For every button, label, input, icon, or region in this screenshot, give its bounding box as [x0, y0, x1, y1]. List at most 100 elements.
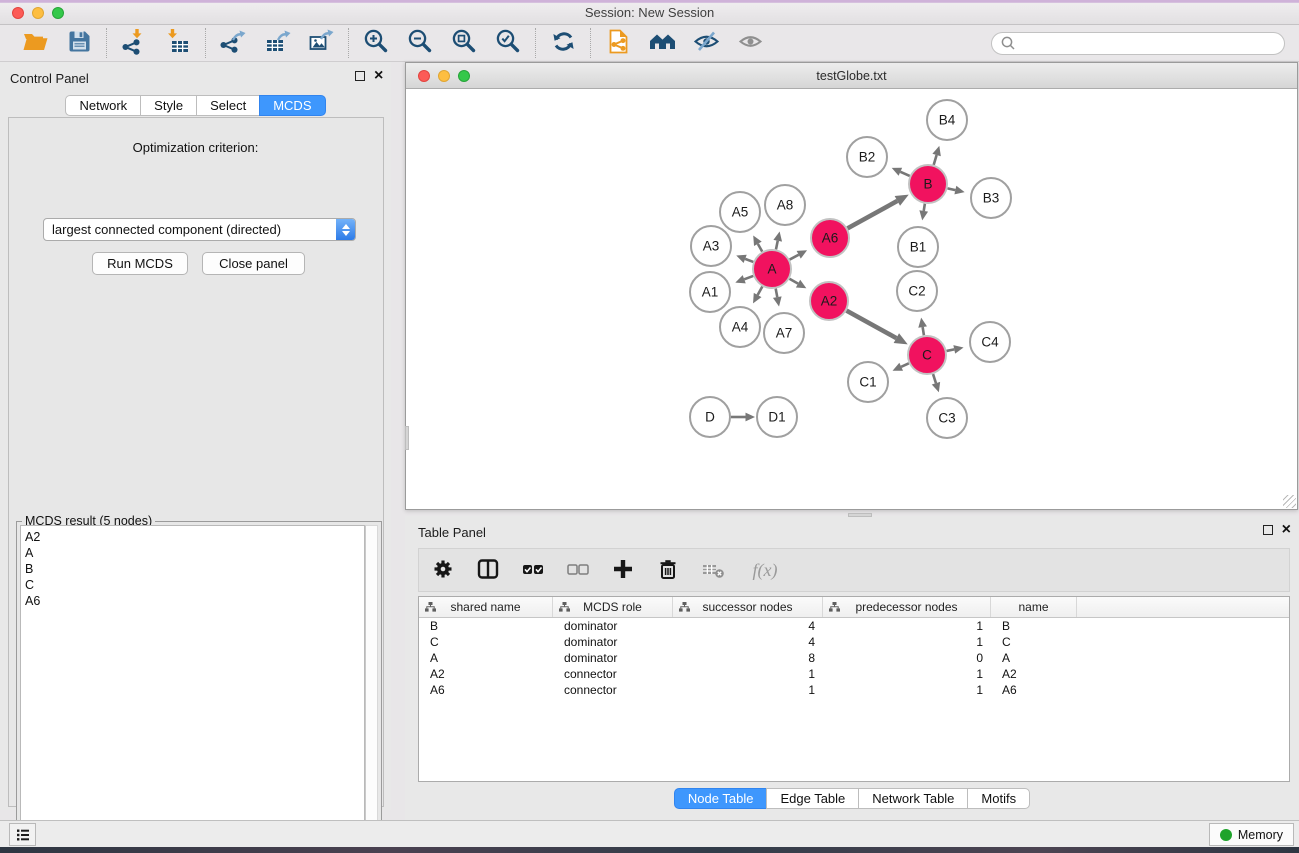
table-cell[interactable]: dominator: [553, 619, 673, 633]
table-cell[interactable]: 1: [823, 619, 991, 633]
search-input[interactable]: [1021, 36, 1276, 50]
graph-node-B3[interactable]: B3: [971, 178, 1011, 218]
table-row[interactable]: Cdominator41C: [419, 634, 1289, 650]
memory-button[interactable]: Memory: [1209, 823, 1294, 846]
graph-node-B[interactable]: B: [909, 165, 947, 203]
network-window-titlebar[interactable]: testGlobe.txt: [406, 63, 1297, 89]
table-cell[interactable]: C: [419, 635, 553, 649]
table-cell[interactable]: connector: [553, 683, 673, 697]
export-network-button[interactable]: [218, 28, 248, 58]
table-cell[interactable]: 8: [673, 651, 823, 665]
graph-edge[interactable]: [789, 279, 798, 284]
column-header-name[interactable]: name: [991, 597, 1077, 617]
open-session-button[interactable]: [20, 28, 50, 58]
graph-edge[interactable]: [924, 204, 925, 211]
task-history-button[interactable]: [9, 823, 36, 846]
graph-edge[interactable]: [947, 349, 955, 351]
result-scrollbar[interactable]: [365, 525, 378, 853]
resize-grip-icon[interactable]: [1283, 495, 1296, 508]
zoom-fit-button[interactable]: [449, 28, 479, 58]
table-cell[interactable]: A2: [991, 667, 1077, 681]
mcds-result-item[interactable]: C: [25, 577, 364, 593]
table-cell[interactable]: connector: [553, 667, 673, 681]
home-button[interactable]: [647, 28, 677, 58]
graph-edge[interactable]: [776, 241, 778, 250]
graph-node-C[interactable]: C: [908, 336, 946, 374]
zoom-selected-button[interactable]: [493, 28, 523, 58]
session-search[interactable]: [991, 32, 1285, 55]
graph-edge[interactable]: [933, 374, 936, 383]
column-header-MCDS-role[interactable]: MCDS role: [553, 597, 673, 617]
tab-mcds[interactable]: MCDS: [259, 95, 325, 116]
delete-column-button[interactable]: [654, 556, 682, 584]
graph-node-D[interactable]: D: [690, 397, 730, 437]
table-cell[interactable]: B: [419, 619, 553, 633]
table-cell[interactable]: dominator: [553, 651, 673, 665]
graph-edge[interactable]: [848, 201, 898, 228]
zoom-in-button[interactable]: [361, 28, 391, 58]
deselect-all-checkboxes-button[interactable]: [564, 556, 592, 584]
graph-node-D1[interactable]: D1: [757, 397, 797, 437]
graph-edge[interactable]: [758, 244, 762, 252]
tab-motifs[interactable]: Motifs: [967, 788, 1030, 809]
graph-edge[interactable]: [776, 289, 778, 297]
table-cell[interactable]: A2: [419, 667, 553, 681]
graph-node-A7[interactable]: A7: [764, 313, 804, 353]
close-table-panel-icon[interactable]: ×: [1282, 525, 1291, 535]
split-columns-button[interactable]: [474, 556, 502, 584]
table-row[interactable]: Adominator80A: [419, 650, 1289, 666]
table-cell[interactable]: A: [419, 651, 553, 665]
select-all-checkboxes-button[interactable]: [519, 556, 547, 584]
graph-node-A8[interactable]: A8: [765, 185, 805, 225]
table-cell[interactable]: 4: [673, 619, 823, 633]
graph-node-A3[interactable]: A3: [691, 226, 731, 266]
graph-node-C1[interactable]: C1: [848, 362, 888, 402]
zoom-out-button[interactable]: [405, 28, 435, 58]
splitter-handle-vertical[interactable]: [405, 426, 409, 450]
table-cell[interactable]: A: [991, 651, 1077, 665]
graph-edge[interactable]: [923, 327, 924, 335]
import-network-button[interactable]: [119, 28, 149, 58]
run-mcds-button[interactable]: Run MCDS: [92, 252, 188, 275]
graph-node-C4[interactable]: C4: [970, 322, 1010, 362]
export-image-button[interactable]: [306, 28, 336, 58]
tab-network-table[interactable]: Network Table: [858, 788, 968, 809]
mcds-result-item[interactable]: A6: [25, 593, 364, 609]
graph-node-A5[interactable]: A5: [720, 192, 760, 232]
tab-edge-table[interactable]: Edge Table: [766, 788, 859, 809]
close-panel-button[interactable]: Close panel: [202, 252, 305, 275]
show-panel-button[interactable]: [735, 28, 765, 58]
float-panel-icon[interactable]: [355, 71, 365, 81]
table-cell[interactable]: 1: [823, 667, 991, 681]
mcds-result-item[interactable]: A: [25, 545, 364, 561]
graph-edge[interactable]: [901, 363, 909, 366]
table-cell[interactable]: 1: [673, 667, 823, 681]
table-cell[interactable]: dominator: [553, 635, 673, 649]
graph-node-A1[interactable]: A1: [690, 272, 730, 312]
refresh-button[interactable]: [548, 28, 578, 58]
graph-edge[interactable]: [745, 259, 753, 262]
mcds-result-item[interactable]: A2: [25, 529, 364, 545]
save-session-button[interactable]: [64, 28, 94, 58]
table-row[interactable]: A6connector11A6: [419, 682, 1289, 698]
network-from-file-button[interactable]: [603, 28, 633, 58]
column-header-shared-name[interactable]: shared name: [419, 597, 553, 617]
table-cell[interactable]: B: [991, 619, 1077, 633]
graph-node-C3[interactable]: C3: [927, 398, 967, 438]
network-canvas[interactable]: B4B2BB3A8A5A6A3B1AA1C2A2A4A7C4CC1C3DD1: [406, 89, 1297, 509]
graph-node-A6[interactable]: A6: [811, 219, 849, 257]
import-table-button[interactable]: [163, 28, 193, 58]
hide-panel-button[interactable]: [691, 28, 721, 58]
graph-edge[interactable]: [900, 172, 909, 176]
tab-select[interactable]: Select: [196, 95, 260, 116]
graph-node-A[interactable]: A: [753, 250, 791, 288]
table-row[interactable]: Bdominator41B: [419, 618, 1289, 634]
tab-node-table[interactable]: Node Table: [674, 788, 768, 809]
graph-node-A4[interactable]: A4: [720, 307, 760, 347]
table-cell[interactable]: C: [991, 635, 1077, 649]
graph-edge[interactable]: [790, 255, 799, 260]
settings-gear-button[interactable]: [429, 556, 457, 584]
graph-edge[interactable]: [948, 188, 956, 190]
close-panel-icon[interactable]: ×: [374, 71, 383, 81]
column-header-successor-nodes[interactable]: successor nodes: [673, 597, 823, 617]
